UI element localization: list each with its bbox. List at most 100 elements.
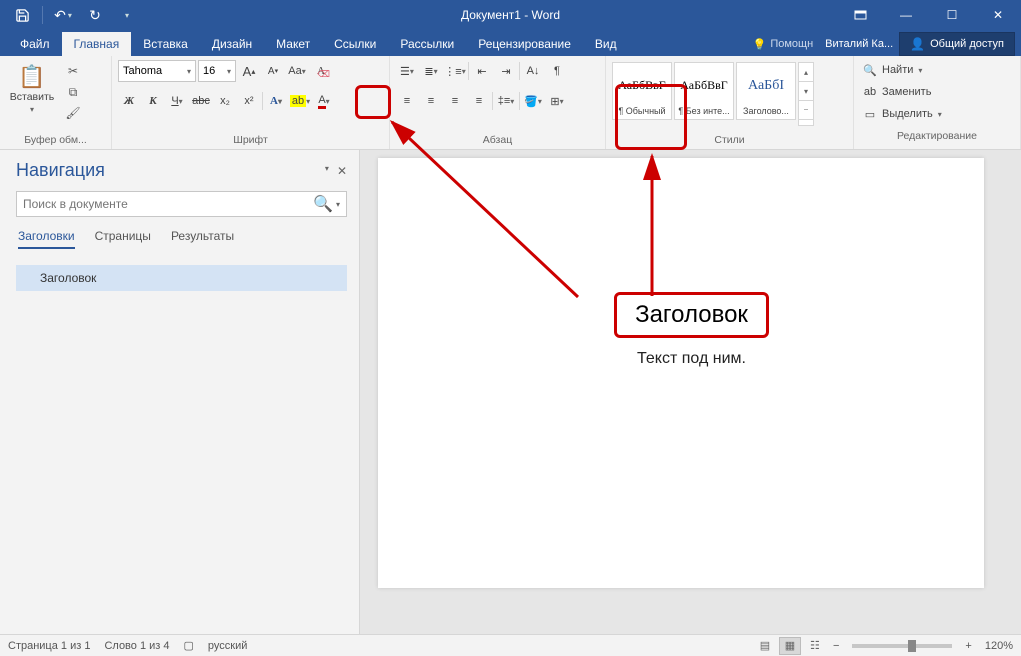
strike-button[interactable]: abc [190, 90, 212, 112]
show-marks-button[interactable]: ¶ [546, 60, 568, 82]
redo-button[interactable]: ↻ [81, 2, 109, 28]
document-page[interactable] [378, 158, 984, 588]
clipboard-icon: 📋 [18, 64, 45, 90]
replace-icon: ab [863, 86, 877, 98]
select-button[interactable]: ▭Выделить ▾ [860, 104, 1014, 124]
justify-button[interactable]: ≡ [468, 90, 490, 112]
nav-tab-pages[interactable]: Страницы [95, 229, 151, 249]
document-area[interactable] [360, 150, 1021, 634]
copy-button[interactable]: ⧉ [62, 82, 84, 102]
align-left-button[interactable]: ≡ [396, 90, 418, 112]
quick-access-toolbar: ↶▾ ↻ ▾ [0, 2, 141, 28]
subscript-button[interactable]: x₂ [214, 90, 236, 112]
zoom-slider[interactable] [852, 644, 952, 648]
status-proofing[interactable]: ▢ [184, 639, 194, 652]
styles-gallery[interactable]: АаБбВвГ¶ Обычный АаБбВвГ¶ Без инте... Аа… [610, 60, 816, 128]
nav-heading-item[interactable]: Заголовок [16, 265, 347, 291]
grow-font-button[interactable]: A▴ [238, 60, 260, 82]
font-size-combo[interactable]: 16▾ [198, 60, 236, 82]
zoom-level[interactable]: 120% [985, 640, 1013, 652]
user-name[interactable]: Виталий Ка... [819, 33, 899, 55]
tab-file[interactable]: Файл [8, 32, 62, 56]
line-spacing-button[interactable]: ‡≡▾ [495, 90, 517, 112]
undo-button[interactable]: ↶▾ [49, 2, 77, 28]
tab-review[interactable]: Рецензирование [466, 32, 583, 56]
tab-mailings[interactable]: Рассылки [388, 32, 466, 56]
tell-me[interactable]: 💡Помощн [747, 33, 820, 56]
nav-search[interactable]: 🔍 ▾ [16, 191, 347, 217]
nav-tab-results[interactable]: Результаты [171, 229, 234, 249]
decrease-indent-button[interactable]: ⇤ [471, 60, 493, 82]
numbering-button[interactable]: ≣▾ [420, 60, 442, 82]
replace-button[interactable]: abЗаменить [860, 82, 1014, 102]
ribbon: 📋 Вставить▾ ✂ ⧉ 🖌 Буфер обм... Tahoma▾ 1… [0, 56, 1021, 150]
group-styles: АаБбВвГ¶ Обычный АаБбВвГ¶ Без инте... Аа… [606, 56, 854, 149]
share-button[interactable]: 👤Общий доступ [899, 32, 1015, 56]
style-normal[interactable]: АаБбВвГ¶ Обычный [612, 62, 672, 120]
tab-home[interactable]: Главная [62, 32, 132, 56]
navigation-pane: Навигация ▾ ✕ 🔍 ▾ Заголовки Страницы Рез… [0, 150, 360, 634]
cut-button[interactable]: ✂ [62, 61, 84, 81]
font-color-button[interactable]: A▾ [313, 90, 335, 112]
shading-button[interactable]: 🪣▾ [522, 90, 544, 112]
tab-design[interactable]: Дизайн [200, 32, 264, 56]
bulb-icon: 💡 [753, 38, 767, 51]
sort-button[interactable]: A↓ [522, 60, 544, 82]
nav-tab-headings[interactable]: Заголовки [18, 229, 75, 249]
bold-button[interactable]: Ж [118, 90, 140, 112]
style-heading-1[interactable]: АаБбІЗаголово... [736, 62, 796, 120]
find-button[interactable]: 🔍Найти ▾ [860, 60, 1014, 80]
status-bar: Страница 1 из 1 Слово 1 из 4 ▢ русский ▤… [0, 634, 1021, 656]
tab-insert[interactable]: Вставка [131, 32, 200, 56]
nav-close-button[interactable]: ✕ [337, 164, 347, 178]
zoom-in-button[interactable]: + [961, 640, 975, 652]
font-name-combo[interactable]: Tahoma▾ [118, 60, 196, 82]
nav-options-button[interactable]: ▾ [325, 164, 329, 178]
nav-search-input[interactable] [23, 197, 313, 211]
tab-view[interactable]: Вид [583, 32, 629, 56]
style-no-spacing[interactable]: АаБбВвГ¶ Без инте... [674, 62, 734, 120]
view-web-button[interactable]: ☷ [804, 637, 826, 655]
group-label-editing: Редактирование [854, 128, 1020, 145]
borders-button[interactable]: ⊞▾ [546, 90, 568, 112]
window-title: Документ1 - Word [461, 8, 560, 22]
align-right-button[interactable]: ≡ [444, 90, 466, 112]
status-page[interactable]: Страница 1 из 1 [8, 640, 90, 652]
search-icon[interactable]: 🔍 [313, 194, 333, 214]
qat-customize-button[interactable]: ▾ [113, 2, 141, 28]
view-print-button[interactable]: ▦ [779, 637, 801, 655]
status-words[interactable]: Слово 1 из 4 [104, 640, 169, 652]
status-language[interactable]: русский [208, 640, 247, 652]
title-bar: ↶▾ ↻ ▾ Документ1 - Word — ☐ ✕ [0, 0, 1021, 30]
increase-indent-button[interactable]: ⇥ [495, 60, 517, 82]
group-label-font: Шрифт [112, 132, 389, 149]
highlight-button[interactable]: ab▾ [289, 90, 311, 112]
underline-button[interactable]: Ч▾ [166, 90, 188, 112]
save-button[interactable] [8, 2, 36, 28]
zoom-out-button[interactable]: − [829, 640, 843, 652]
italic-button[interactable]: К [142, 90, 164, 112]
shrink-font-button[interactable]: A▾ [262, 60, 284, 82]
paste-button[interactable]: 📋 Вставить▾ [6, 60, 58, 128]
ribbon-tabs: Файл Главная Вставка Дизайн Макет Ссылки… [0, 30, 1021, 56]
align-center-button[interactable]: ≡ [420, 90, 442, 112]
nav-search-more[interactable]: ▾ [336, 200, 340, 209]
superscript-button[interactable]: x² [238, 90, 260, 112]
maximize-button[interactable]: ☐ [929, 0, 975, 30]
change-case-button[interactable]: Aa▾ [286, 60, 308, 82]
styles-gallery-more[interactable]: ▴▾⎯ [798, 62, 814, 126]
text-effects-button[interactable]: A▾ [265, 90, 287, 112]
window-controls: — ☐ ✕ [837, 0, 1021, 30]
group-paragraph: ☰▾ ≣▾ ⋮≡▾ ⇤ ⇥ A↓ ¶ ≡ ≡ ≡ ≡ ‡≡▾ 🪣▾ ⊞▾ [390, 56, 606, 149]
tab-references[interactable]: Ссылки [322, 32, 388, 56]
multilevel-button[interactable]: ⋮≡▾ [444, 60, 466, 82]
clear-formatting-button[interactable]: A⌫ [310, 60, 332, 82]
minimize-button[interactable]: — [883, 0, 929, 30]
group-label-paragraph: Абзац [390, 132, 605, 149]
tab-layout[interactable]: Макет [264, 32, 322, 56]
ribbon-options-button[interactable] [837, 0, 883, 30]
view-read-button[interactable]: ▤ [754, 637, 776, 655]
bullets-button[interactable]: ☰▾ [396, 60, 418, 82]
format-painter-button[interactable]: 🖌 [62, 103, 84, 123]
close-button[interactable]: ✕ [975, 0, 1021, 30]
